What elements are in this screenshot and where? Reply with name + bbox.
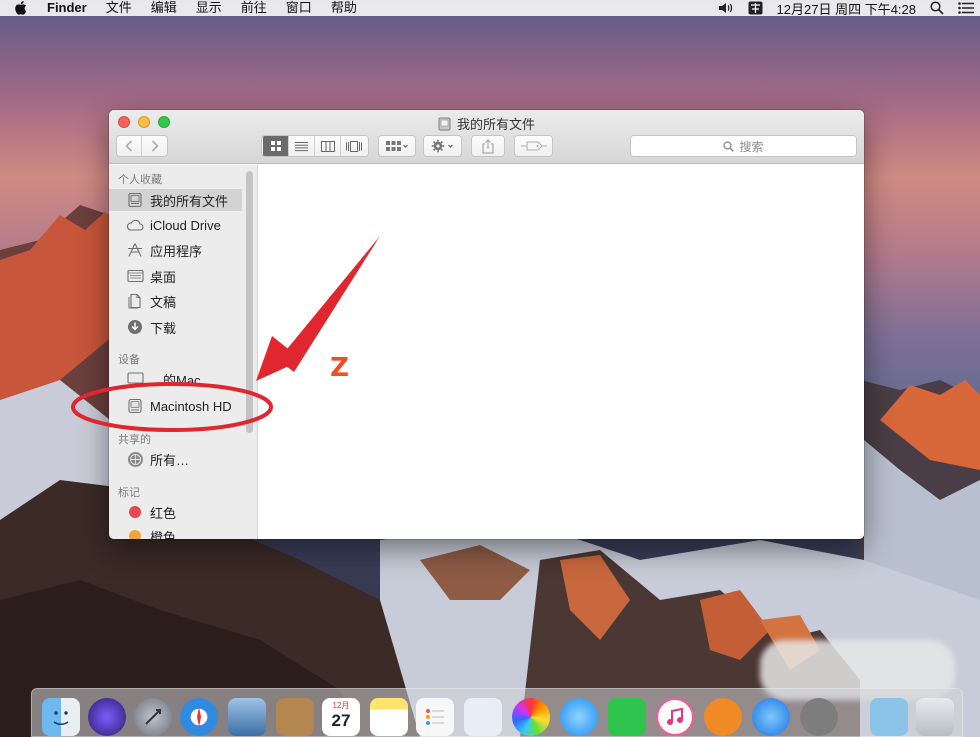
downloads-icon xyxy=(125,318,145,336)
safari-icon[interactable] xyxy=(180,698,218,736)
view-mode-control xyxy=(261,135,369,157)
watermark-text: www.MacZ.com xyxy=(370,348,681,388)
tag-icon xyxy=(520,141,547,151)
sidebar-item-macintosh-hd[interactable]: Macintosh HD xyxy=(109,395,242,417)
menu-bar: Finder 文件 编辑 显示 前往 窗口 帮助 12月27日 周四 下午4:2… xyxy=(0,0,980,18)
contacts-icon[interactable] xyxy=(276,698,314,736)
menu-edit[interactable]: 编辑 xyxy=(151,0,177,16)
site-watermark: Z www.MacZ.com xyxy=(322,348,680,388)
all-files-icon xyxy=(125,191,145,209)
edit-tags-button[interactable] xyxy=(514,135,553,157)
dock: 12月 27 xyxy=(31,688,963,737)
sidebar-item-icloud-drive[interactable]: iCloud Drive xyxy=(109,214,242,236)
sidebar-item-desktop[interactable]: 桌面 xyxy=(109,265,242,287)
menu-view[interactable]: 显示 xyxy=(196,0,222,16)
finder-sidebar: 个人收藏 我的所有文件 iCloud Drive 应用程序 桌面 文稿 下载 设… xyxy=(109,165,258,539)
finder-window: 我的所有文件 搜索 个人收藏 我的所有文件 iCloud Drive 应用程序 … xyxy=(109,110,864,539)
sidebar-item-tag-red[interactable]: 红色 xyxy=(109,501,242,523)
trash-icon[interactable] xyxy=(916,698,954,736)
column-view-button[interactable] xyxy=(315,136,341,156)
sidebar-item-downloads[interactable]: 下载 xyxy=(109,316,242,338)
finder-icon[interactable] xyxy=(42,698,80,736)
cloud-icon xyxy=(125,216,145,234)
sidebar-item-all-my-files[interactable]: 我的所有文件 xyxy=(109,189,242,211)
tag-color-dot xyxy=(125,503,145,521)
menu-finder[interactable]: Finder xyxy=(47,0,87,16)
cover-flow-view-button[interactable] xyxy=(341,136,367,156)
window-title: 我的所有文件 xyxy=(109,114,864,133)
search-placeholder: 搜索 xyxy=(739,139,764,154)
system-preferences-icon[interactable] xyxy=(800,698,838,736)
search-icon xyxy=(723,140,735,152)
photo-booth-icon[interactable] xyxy=(464,698,502,736)
list-icon xyxy=(295,141,308,151)
action-menu-button[interactable] xyxy=(423,135,462,157)
itunes-icon[interactable] xyxy=(656,698,694,736)
calendar-icon[interactable]: 12月 27 xyxy=(322,698,360,736)
red-tag-icon xyxy=(129,506,141,518)
menu-help[interactable]: 帮助 xyxy=(331,0,357,16)
grid-icon xyxy=(270,141,281,151)
volume-icon[interactable] xyxy=(718,2,734,14)
sidebar-header-tags: 标记 xyxy=(118,487,140,499)
computer-icon xyxy=(125,370,145,388)
orange-tag-icon xyxy=(129,530,141,539)
sidebar-item-shared-all[interactable]: 所有… xyxy=(109,448,242,470)
share-icon xyxy=(482,138,494,154)
notes-icon[interactable] xyxy=(370,698,408,736)
launchpad-icon[interactable] xyxy=(134,698,172,736)
search-field[interactable]: 搜索 xyxy=(630,135,857,157)
list-view-button[interactable] xyxy=(289,136,315,156)
app-store-icon[interactable] xyxy=(752,698,790,736)
share-button[interactable] xyxy=(471,135,505,157)
forward-button[interactable] xyxy=(142,136,167,156)
icon-view-button[interactable] xyxy=(263,136,289,156)
documents-icon xyxy=(125,292,145,310)
back-button[interactable] xyxy=(117,136,143,156)
reminders-icon[interactable] xyxy=(416,698,454,736)
sidebar-header-favorites: 个人收藏 xyxy=(118,174,162,186)
facetime-icon[interactable] xyxy=(608,698,646,736)
all-files-icon xyxy=(438,117,451,130)
chevron-left-icon xyxy=(125,140,133,152)
sidebar-scrollbar[interactable] xyxy=(246,171,253,433)
macz-logo-icon: Z xyxy=(322,350,358,386)
back-forward-control xyxy=(116,135,168,157)
calendar-month: 12月 xyxy=(332,701,350,710)
chevron-right-icon xyxy=(151,140,159,152)
ibooks-icon[interactable] xyxy=(704,698,742,736)
photos-icon[interactable] xyxy=(512,698,550,736)
downloads-stack-icon[interactable] xyxy=(870,698,908,736)
cover-flow-icon xyxy=(346,140,362,152)
notification-center-icon[interactable] xyxy=(958,2,974,14)
applications-icon xyxy=(125,241,145,259)
window-toolbar: 我的所有文件 搜索 xyxy=(109,110,864,164)
sidebar-item-documents[interactable]: 文稿 xyxy=(109,290,242,312)
sidebar-item-this-mac[interactable]: …的Mac xyxy=(109,368,242,390)
gear-icon xyxy=(431,139,453,153)
columns-icon xyxy=(320,140,335,152)
menu-window[interactable]: 窗口 xyxy=(286,0,312,16)
menu-clock[interactable]: 12月27日 周四 下午4:28 xyxy=(777,0,916,18)
calendar-day: 27 xyxy=(331,711,351,730)
sidebar-item-tag-orange[interactable]: 橙色 xyxy=(109,525,242,539)
desktop-icon xyxy=(125,267,145,285)
siri-icon[interactable] xyxy=(88,698,126,736)
spotlight-search-icon[interactable] xyxy=(930,1,944,15)
hard-disk-icon xyxy=(125,397,145,415)
input-method-icon[interactable] xyxy=(748,1,763,15)
arrange-icon xyxy=(386,141,408,151)
tag-color-dot xyxy=(125,527,145,539)
apple-menu-icon[interactable] xyxy=(14,1,28,15)
window-title-text: 我的所有文件 xyxy=(456,117,535,132)
sidebar-header-shared: 共享的 xyxy=(118,434,151,446)
arrange-button[interactable] xyxy=(378,135,416,157)
network-icon xyxy=(125,450,145,468)
menu-file[interactable]: 文件 xyxy=(106,0,132,16)
messages-icon[interactable] xyxy=(560,698,598,736)
mail-icon[interactable] xyxy=(228,698,266,736)
sidebar-item-applications[interactable]: 应用程序 xyxy=(109,239,242,261)
menu-go[interactable]: 前往 xyxy=(241,0,267,16)
sidebar-header-devices: 设备 xyxy=(118,354,140,366)
